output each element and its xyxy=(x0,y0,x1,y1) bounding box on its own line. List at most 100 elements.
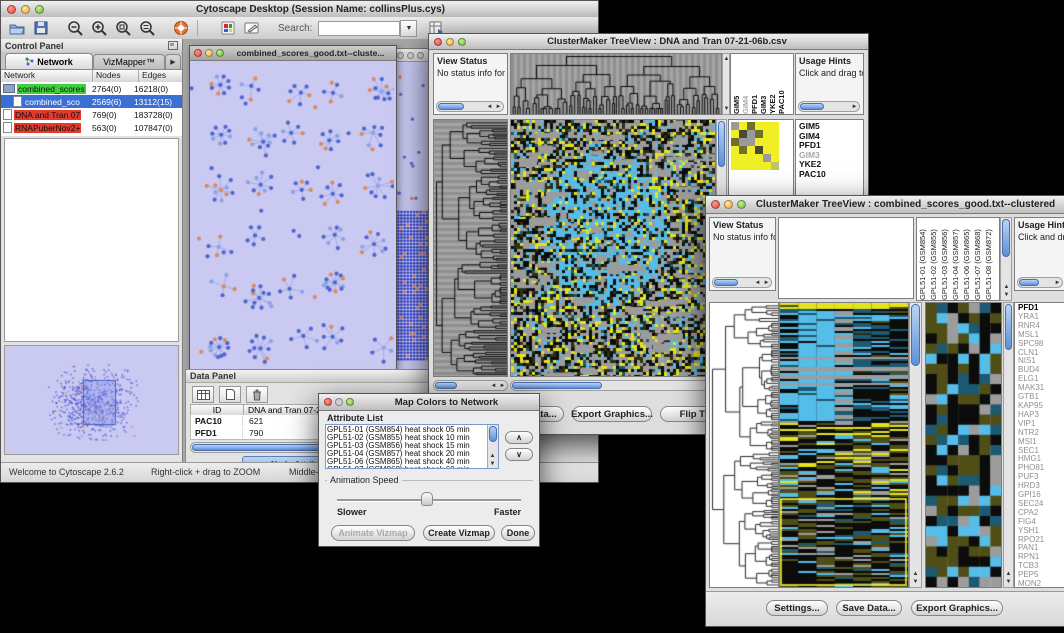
treeview1-title-bar[interactable]: ClusterMaker TreeView : DNA and Tran 07-… xyxy=(429,34,868,50)
tab-overflow-arrow[interactable]: ▶ xyxy=(165,54,181,69)
column-label[interactable]: GIM4 xyxy=(741,54,750,114)
tv2-settings-button[interactable]: Settings... xyxy=(766,600,828,616)
tv2-heatmap[interactable] xyxy=(779,302,909,588)
network-table-row[interactable]: combined_scores2764(0)16218(0) xyxy=(1,82,182,95)
close-icon[interactable] xyxy=(397,52,404,59)
tv1-status-scrollbar[interactable]: ◄ ► xyxy=(436,101,504,112)
delete-attribute-trash-icon[interactable] xyxy=(246,386,268,403)
tv1-heatmap-hscroll-thumb[interactable] xyxy=(512,382,602,389)
scroll-down-arrow[interactable]: ▼ xyxy=(488,461,497,467)
minimize-icon[interactable] xyxy=(21,5,30,14)
minimize-icon[interactable] xyxy=(446,38,454,46)
tv1-heatmap-hscrollbar[interactable] xyxy=(510,380,727,391)
move-attribute-down-button[interactable]: ∨ xyxy=(505,448,533,461)
tv2-export-graphics-button[interactable]: Export Graphics... xyxy=(911,600,1003,616)
zoom-window-icon[interactable] xyxy=(417,52,424,59)
zoom-selected-icon[interactable] xyxy=(112,19,134,38)
close-icon[interactable] xyxy=(434,38,442,46)
zoom-window-icon[interactable] xyxy=(458,38,466,46)
create-vizmap-button[interactable]: Create Vizmap xyxy=(423,525,495,541)
search-input[interactable] xyxy=(318,21,400,36)
attribute-list-vscrollbar[interactable]: ▲ ▼ xyxy=(487,425,498,468)
tv1-hints-scrollbar[interactable]: ► xyxy=(798,101,860,112)
treeview2-title-bar[interactable]: ClusterMaker TreeView : combined_scores_… xyxy=(706,196,1064,214)
tv2-gene-scrollbar[interactable]: ▲ ▼ xyxy=(1003,302,1014,588)
close-icon[interactable] xyxy=(711,200,720,209)
column-label[interactable]: GIM3 xyxy=(759,54,768,114)
tv2-collabel-scroll-thumb[interactable] xyxy=(1002,219,1010,257)
network-table-row[interactable]: combined_sco2569(6)13112(15) xyxy=(1,95,182,108)
attribute-item[interactable]: GPL51-02 (GSM855) heat shock 10 min xyxy=(327,434,486,442)
move-attribute-up-button[interactable]: ∧ xyxy=(505,431,533,444)
scroll-right-arrow[interactable]: ► xyxy=(498,383,507,389)
network-overview-canvas[interactable] xyxy=(5,346,178,454)
scroll-down-arrow[interactable]: ▼ xyxy=(1004,579,1013,585)
column-label[interactable]: GPL51-07 (GSM868) xyxy=(973,218,984,300)
save-icon[interactable] xyxy=(30,19,52,38)
zoom-fit-icon[interactable] xyxy=(136,19,158,38)
scroll-right-arrow[interactable]: ► xyxy=(762,280,771,286)
attribute-item[interactable]: GPL51-07 (GSM868) heat shock 60 min xyxy=(327,466,486,469)
attribute-list-box[interactable]: GPL51-01 (GSM854) heat shock 05 minGPL51… xyxy=(325,424,499,469)
tv2-row-dendrogram-canvas[interactable] xyxy=(710,303,778,587)
column-label[interactable]: YKE2 xyxy=(768,54,777,114)
scroll-left-arrow[interactable]: ◄ xyxy=(753,280,762,286)
search-dropdown-arrow[interactable]: ▼ xyxy=(400,20,417,37)
tv1-left-hscroll-thumb[interactable] xyxy=(435,382,457,389)
zoom-window-icon[interactable] xyxy=(346,398,354,406)
help-lifering-icon[interactable] xyxy=(170,19,192,38)
network-table-row[interactable]: RNAPuberNov2+563(0)107847(0) xyxy=(1,121,182,134)
tv1-column-dendrogram[interactable] xyxy=(510,53,722,115)
tv1-zoom-matrix[interactable] xyxy=(731,122,779,170)
tv2-row-dendrogram[interactable] xyxy=(709,302,779,588)
col-network[interactable]: Network xyxy=(1,70,93,82)
column-label[interactable]: PAC10 xyxy=(777,54,786,114)
tv2-heatmap-vscrollbar[interactable]: ▲ ▼ xyxy=(909,302,922,588)
tv2-zoom-canvas[interactable] xyxy=(926,303,1001,587)
tv2-save-data-button[interactable]: Save Data... xyxy=(836,600,902,616)
scroll-right-arrow[interactable]: ► xyxy=(1053,280,1062,286)
speed-slider-thumb[interactable] xyxy=(421,492,433,506)
network-overview-panel[interactable] xyxy=(4,345,179,455)
tv1-dendro-scroll-strip[interactable]: ▲ ▼ xyxy=(722,53,730,115)
attribute-item[interactable]: GPL51-06 (GSM865) heat shock 40 min xyxy=(327,458,486,466)
tv2-hints-scroll-thumb[interactable] xyxy=(1019,279,1039,286)
scroll-right-arrow[interactable]: ► xyxy=(494,104,503,110)
scroll-up-arrow[interactable]: ▲ xyxy=(1004,571,1013,577)
close-icon[interactable] xyxy=(7,5,16,14)
attribute-table-icon[interactable] xyxy=(192,386,214,403)
minimize-icon[interactable] xyxy=(205,49,213,57)
new-attribute-icon[interactable] xyxy=(219,386,241,403)
attribute-item[interactable]: GPL51-04 (GSM857) heat shock 20 min xyxy=(327,450,486,458)
tab-vizmapper[interactable]: VizMapper™ xyxy=(93,54,165,69)
network-table-row[interactable]: DNA and Tran 07769(0)183728(0) xyxy=(1,108,182,121)
tv1-row-dendrogram-canvas[interactable] xyxy=(434,120,507,376)
scroll-left-arrow[interactable]: ◄ xyxy=(485,104,494,110)
tv2-status-scrollbar[interactable]: ◄ ► xyxy=(712,277,772,288)
attribute-list-scroll-thumb[interactable] xyxy=(489,426,497,442)
tv2-gene-scroll-thumb[interactable] xyxy=(1005,304,1012,350)
network-view-2-canvas[interactable] xyxy=(394,62,432,368)
zoom-in-icon[interactable] xyxy=(88,19,110,38)
tv1-heatmap-vscroll-thumb[interactable] xyxy=(718,121,725,167)
column-label[interactable]: GPL51-03 (GSM856) xyxy=(940,218,951,300)
tv2-column-labels-scrollbar[interactable]: ▲ ▼ xyxy=(1000,217,1012,301)
tv1-row-dendrogram[interactable] xyxy=(433,119,508,377)
row-label[interactable]: PAC10 xyxy=(799,170,863,180)
column-label[interactable]: GPL51-08 (GSM872) xyxy=(984,218,995,300)
zoom-window-icon[interactable] xyxy=(35,5,44,14)
column-label[interactable]: PFD1 xyxy=(750,54,759,114)
tv2-heatmap-canvas[interactable] xyxy=(780,303,908,587)
close-icon[interactable] xyxy=(324,398,332,406)
zoom-window-icon[interactable] xyxy=(216,49,224,57)
scroll-up-arrow[interactable]: ▲ xyxy=(911,571,920,577)
column-label[interactable]: GPL51-04 (GSM857) xyxy=(951,218,962,300)
zoom-window-icon[interactable] xyxy=(737,200,746,209)
tv2-zoom-panel[interactable] xyxy=(925,302,1002,588)
done-button[interactable]: Done xyxy=(501,525,535,541)
minimize-icon[interactable] xyxy=(724,200,733,209)
column-label[interactable]: GPL51-06 (GSM865) xyxy=(962,218,973,300)
dialog-title-bar[interactable]: Map Colors to Network xyxy=(319,394,539,411)
open-file-icon[interactable] xyxy=(6,19,28,38)
tv1-column-dendrogram-canvas[interactable] xyxy=(511,54,721,114)
